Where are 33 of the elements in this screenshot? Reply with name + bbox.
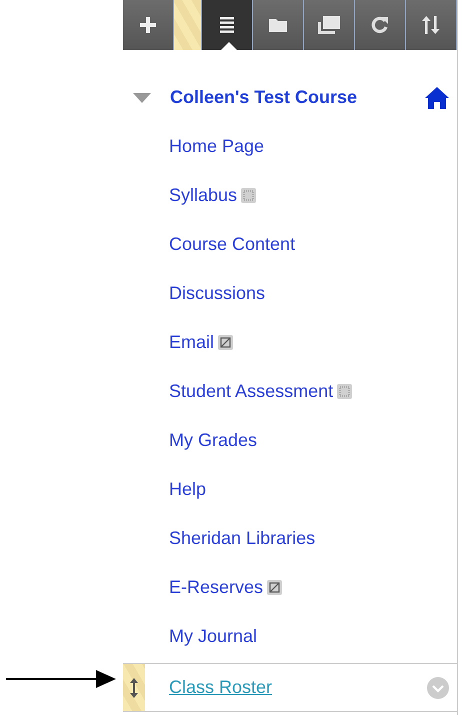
list-icon [220,17,234,33]
folder-icon [269,18,288,32]
hidden-status-icon [241,188,256,203]
menu-link[interactable]: Student Assessment [169,381,334,402]
drag-handle[interactable] [123,664,145,711]
toolbar-button[interactable] [123,0,174,50]
menu-link[interactable]: Sheridan Libraries [169,528,316,549]
expand-triangle-icon[interactable] [133,92,151,102]
refresh-icon [371,16,390,34]
menu-link[interactable]: Discussions [169,283,266,304]
menu-link[interactable]: My Journal [169,626,258,647]
menu-link[interactable]: My Grades [169,430,258,451]
menu-link[interactable]: E-Reserves [169,577,264,598]
menu-link[interactable]: Syllabus [169,185,238,206]
drag-strip [174,0,202,50]
hidden-status-icon [337,384,352,399]
toolbar-button[interactable] [253,0,304,50]
toolbar-button[interactable] [406,0,458,50]
menu-link[interactable]: Help [169,479,206,500]
sort-icon [422,16,440,34]
course-title[interactable]: Colleen's Test Course [170,87,425,108]
plus-icon [140,17,156,33]
windows-icon [318,16,340,34]
toolbar-button[interactable] [202,0,254,50]
unavailable-status-icon [267,580,282,595]
resize-arrow-icon [130,678,138,698]
menu-link[interactable]: Email [169,332,214,353]
toolbar-button[interactable] [304,0,356,50]
toolbar-button[interactable] [355,0,406,50]
unavailable-status-icon [218,335,234,350]
home-icon[interactable] [425,86,449,108]
menu-link[interactable]: Course Content [169,234,296,255]
menu-link[interactable]: Home Page [169,136,264,157]
